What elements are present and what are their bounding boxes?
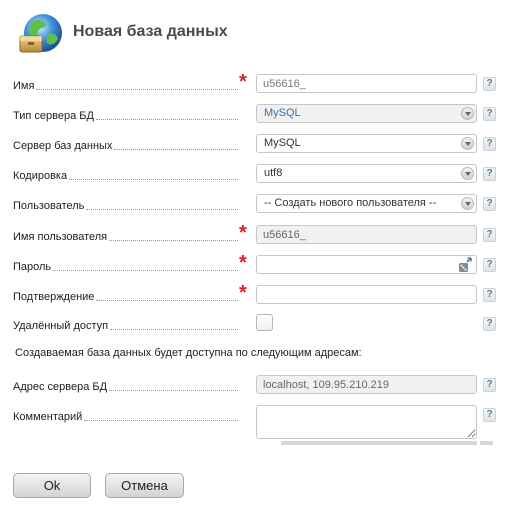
textarea-resize-handle[interactable] [281, 441, 493, 445]
new-database-dialog: Новая база данных Имя * ? Тип сервера БД… [0, 0, 531, 519]
password-label: Пароль [13, 261, 52, 273]
comment-label: Комментарий [13, 411, 83, 423]
required-marker: * [239, 222, 247, 244]
db-server-label: Сервер баз данных [13, 140, 113, 152]
leader-dots [53, 270, 238, 271]
cancel-button[interactable]: Отмена [105, 473, 184, 498]
username-label: Имя пользователя [13, 231, 108, 243]
ok-button[interactable]: Ok [13, 473, 91, 498]
confirm-label: Подтверждение [13, 291, 95, 303]
required-marker: * [239, 71, 247, 93]
comment-label-wrap: Комментарий [13, 409, 238, 423]
password-input[interactable] [256, 255, 477, 274]
row-confirm: Подтверждение * ? [0, 282, 531, 307]
user-label: Пользователь [13, 200, 85, 212]
remote-access-label-wrap: Удалённый доступ [13, 318, 238, 332]
leader-dots [109, 240, 238, 241]
name-label: Имя [13, 80, 35, 92]
help-icon[interactable]: ? [483, 288, 496, 302]
required-marker: * [239, 282, 247, 304]
name-label-wrap: Имя [13, 78, 238, 92]
encoding-label: Кодировка [13, 170, 68, 182]
username-input[interactable] [256, 225, 477, 244]
leader-dots [114, 149, 238, 150]
row-comment: Комментарий ? [0, 405, 531, 447]
help-icon[interactable]: ? [483, 167, 496, 181]
username-label-wrap: Имя пользователя [13, 229, 238, 243]
help-icon[interactable]: ? [483, 378, 496, 392]
leader-dots [96, 300, 238, 301]
row-username: Имя пользователя * ? [0, 222, 531, 247]
chevron-down-icon[interactable] [461, 137, 474, 150]
help-icon[interactable]: ? [483, 107, 496, 121]
row-user: Пользователь -- Создать нового пользоват… [0, 194, 531, 216]
remote-access-checkbox[interactable] [256, 314, 273, 331]
help-icon[interactable]: ? [483, 197, 496, 211]
chevron-down-icon[interactable] [461, 197, 474, 210]
db-server-value: MySQL [264, 137, 301, 149]
name-input[interactable] [256, 74, 477, 93]
leader-dots [110, 329, 238, 330]
generate-password-icon[interactable] [458, 257, 474, 273]
leader-dots [109, 390, 238, 391]
database-globe-icon [14, 12, 64, 58]
encoding-value: utf8 [264, 167, 283, 179]
row-name: Имя * ? [0, 71, 531, 96]
leader-dots [86, 209, 238, 210]
chevron-down-icon[interactable] [461, 107, 474, 120]
row-remote-access: Удалённый доступ ? [0, 314, 531, 336]
db-server-select[interactable]: MySQL [256, 134, 477, 153]
server-type-value: MySQL [264, 107, 301, 119]
server-type-label: Тип сервера БД [13, 110, 94, 122]
addresses-note: Создаваемая база данных будет доступна п… [15, 347, 362, 359]
help-icon[interactable]: ? [483, 137, 496, 151]
server-address-label: Адрес сервера БД [13, 381, 108, 393]
user-value: -- Создать нового пользователя -- [264, 197, 437, 209]
row-encoding: Кодировка utf8 ? [0, 164, 531, 186]
row-server-address: Адрес сервера БД ? [0, 375, 531, 397]
confirm-password-input[interactable] [256, 285, 477, 304]
server-type-label-wrap: Тип сервера БД [13, 108, 238, 122]
comment-textarea[interactable] [256, 405, 477, 439]
server-address-input[interactable] [256, 375, 477, 394]
row-server-type: Тип сервера БД MySQL ? [0, 104, 531, 126]
leader-dots [84, 420, 238, 421]
encoding-select[interactable]: utf8 [256, 164, 477, 183]
user-select[interactable]: -- Создать нового пользователя -- [256, 194, 477, 213]
encoding-label-wrap: Кодировка [13, 168, 238, 182]
confirm-label-wrap: Подтверждение [13, 289, 238, 303]
help-icon[interactable]: ? [483, 408, 496, 422]
help-icon[interactable]: ? [483, 317, 496, 331]
page-title: Новая база данных [73, 23, 228, 40]
leader-dots [69, 179, 238, 180]
leader-dots [95, 119, 238, 120]
password-label-wrap: Пароль [13, 259, 238, 273]
leader-dots [36, 89, 238, 90]
chevron-down-icon[interactable] [461, 167, 474, 180]
help-icon[interactable]: ? [483, 77, 496, 91]
remote-access-label: Удалённый доступ [13, 320, 109, 332]
user-label-wrap: Пользователь [13, 198, 238, 212]
row-password: Пароль * ? [0, 252, 531, 277]
server-address-label-wrap: Адрес сервера БД [13, 379, 238, 393]
db-server-label-wrap: Сервер баз данных [13, 138, 238, 152]
help-icon[interactable]: ? [483, 228, 496, 242]
help-icon[interactable]: ? [483, 258, 496, 272]
row-db-server: Сервер баз данных MySQL ? [0, 134, 531, 156]
server-type-select[interactable]: MySQL [256, 104, 477, 123]
required-marker: * [239, 252, 247, 274]
